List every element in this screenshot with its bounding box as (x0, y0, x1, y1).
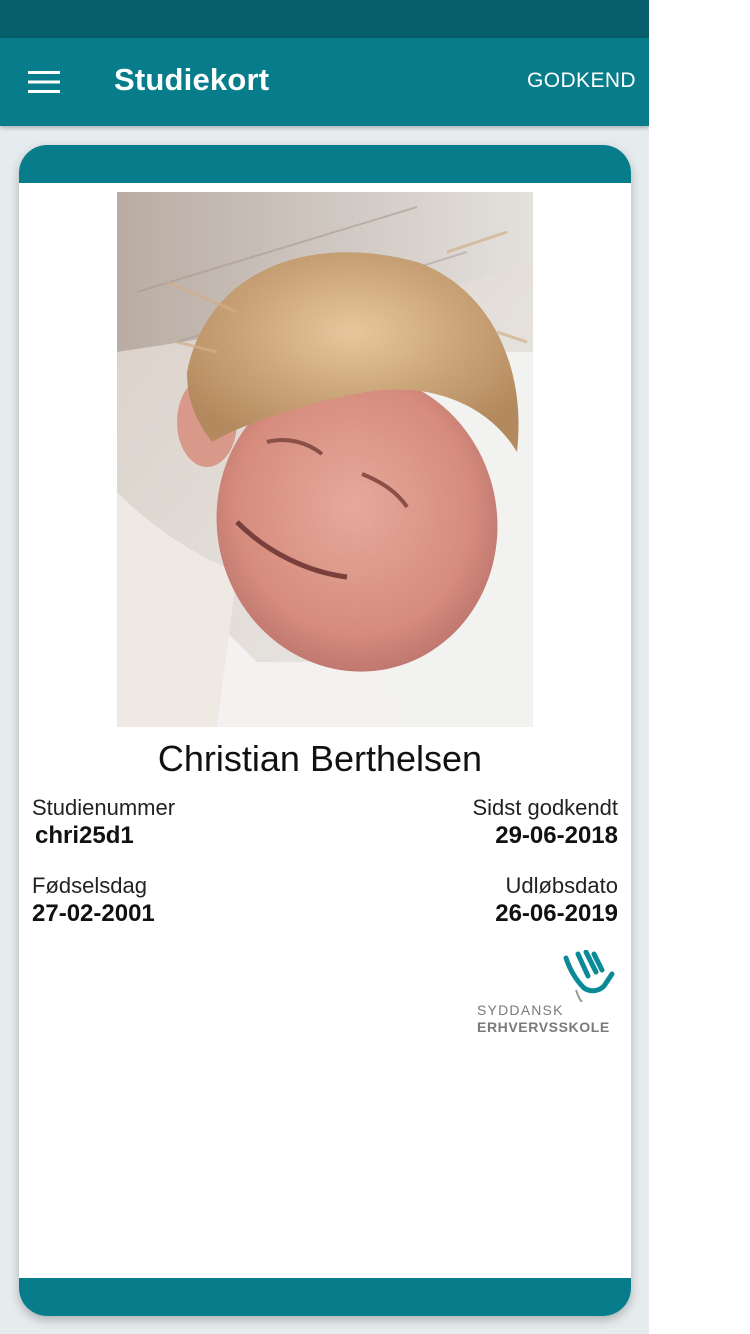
app-bar: Studiekort GODKEND (0, 38, 649, 126)
student-card: Christian Berthelsen Studienummer chri25… (19, 145, 631, 1316)
hand-logo-icon (563, 950, 615, 1002)
page-title: Studiekort (114, 62, 270, 97)
student-photo (117, 192, 533, 727)
approve-button[interactable]: GODKEND (527, 69, 636, 93)
hamburger-menu-icon (28, 71, 60, 93)
expiry-value: 26-06-2019 (495, 900, 618, 927)
student-name: Christian Berthelsen (157, 738, 483, 779)
student-number-value: chri25d1 (35, 822, 134, 849)
school-logo: SYDDANSK ERHVERVSSKOLE (474, 950, 615, 1040)
student-photo-image (117, 192, 533, 727)
last-approved-value: 29-06-2018 (495, 822, 618, 849)
menu-button[interactable] (22, 60, 66, 104)
birthday-value: 27-02-2001 (32, 900, 155, 927)
card-bottom-band (19, 1278, 631, 1316)
logo-text-line1: SYDDANSK (477, 1002, 564, 1018)
expiry-label: Udløbsdato (505, 873, 618, 898)
last-approved-label: Sidst godkendt (472, 795, 618, 820)
phone-screen: Studiekort GODKEND Christian Berthelsen … (0, 0, 649, 1334)
student-number-label: Studienummer (32, 795, 176, 820)
status-bar (0, 0, 649, 38)
card-top-band (19, 145, 631, 183)
logo-text-line2: ERHVERVSSKOLE (477, 1019, 610, 1035)
birthday-label: Fødselsdag (32, 873, 147, 898)
